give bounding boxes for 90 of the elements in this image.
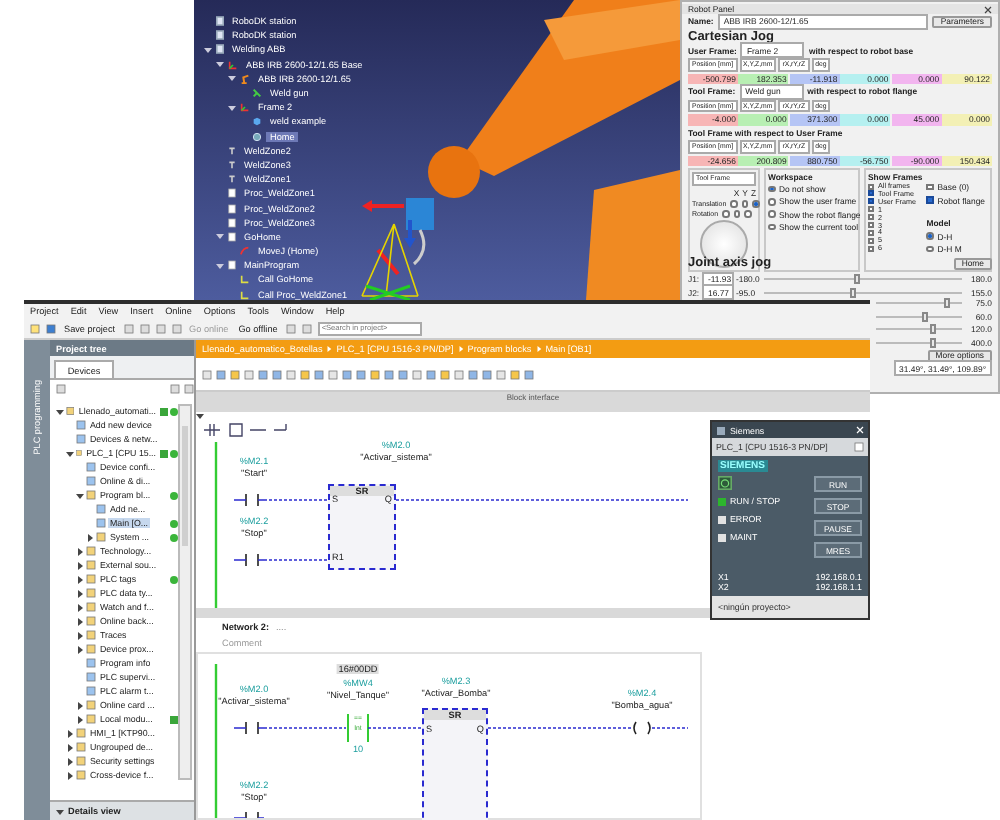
- expand-arrow-icon[interactable]: [86, 533, 94, 541]
- checkbox[interactable]: [868, 214, 874, 221]
- coil-symbol[interactable]: [633, 721, 651, 735]
- wire: [263, 499, 329, 501]
- radio-button[interactable]: [768, 185, 775, 193]
- expand-arrow-icon[interactable]: [76, 575, 84, 583]
- slider-thumb[interactable]: [922, 311, 929, 322]
- collapse-arrow-icon[interactable]: [56, 407, 64, 415]
- separator-arrow-icon: [457, 346, 464, 352]
- collapse-arrow-icon[interactable]: [228, 103, 236, 112]
- slider-thumb[interactable]: [929, 324, 936, 335]
- checkbox[interactable]: [868, 198, 874, 205]
- pin-icon: [228, 145, 236, 156]
- contact-symbol[interactable]: [233, 553, 265, 567]
- wire: [263, 559, 329, 561]
- radio-button[interactable]: [722, 210, 730, 218]
- collapse-arrow-icon[interactable]: [76, 491, 84, 499]
- wire: [263, 727, 347, 729]
- slider-thumb[interactable]: [930, 337, 937, 348]
- close-icon[interactable]: [984, 5, 992, 13]
- separator-arrow-icon: [326, 346, 333, 352]
- collapse-arrow-icon[interactable]: [228, 74, 236, 83]
- axes-icon: [240, 102, 250, 113]
- robot-arm-icon: [240, 73, 250, 84]
- checkbox[interactable]: [868, 222, 874, 229]
- pin-icon: [228, 159, 236, 170]
- wireframe-drawing: [361, 223, 419, 300]
- radio-button[interactable]: [744, 210, 752, 218]
- checkbox[interactable]: [868, 237, 874, 244]
- 3d-viewport[interactable]: [194, 0, 680, 300]
- expand-arrow-icon[interactable]: [76, 715, 84, 723]
- checkbox[interactable]: [868, 206, 874, 213]
- target-icon: [252, 131, 262, 142]
- radio-button[interactable]: [926, 232, 934, 240]
- expand-arrow-icon[interactable]: [66, 757, 74, 765]
- expand-arrow-icon[interactable]: [66, 771, 74, 779]
- collapse-arrow-icon[interactable]: [216, 232, 224, 241]
- contact-symbol[interactable]: [233, 721, 265, 735]
- separator-arrow-icon: [535, 346, 542, 352]
- power-icon[interactable]: [718, 476, 732, 490]
- document-icon: [228, 260, 236, 271]
- radio-button[interactable]: [926, 245, 934, 253]
- radio-button[interactable]: [752, 200, 760, 208]
- radio-button[interactable]: [730, 200, 738, 208]
- pin-icon: [228, 174, 236, 185]
- expand-arrow-icon[interactable]: [76, 561, 84, 569]
- checkbox[interactable]: [868, 190, 874, 197]
- checkbox[interactable]: [868, 229, 874, 236]
- collapse-arrow-icon[interactable]: [216, 60, 224, 69]
- expand-arrow-icon[interactable]: [66, 729, 74, 737]
- instruction-toolbar-icons[interactable]: [203, 423, 287, 437]
- expand-arrow-icon[interactable]: [66, 743, 74, 751]
- collapse-arrow-icon[interactable]: [196, 412, 204, 420]
- expand-arrow-icon[interactable]: [76, 547, 84, 555]
- expand-arrow-icon[interactable]: [76, 631, 84, 639]
- weld-gun-drawing: [406, 198, 434, 266]
- expand-arrow-icon[interactable]: [76, 589, 84, 597]
- expand-arrow-icon[interactable]: [76, 603, 84, 611]
- checkbox[interactable]: [868, 245, 874, 252]
- slider-thumb[interactable]: [943, 297, 950, 308]
- radio-button[interactable]: [768, 198, 775, 206]
- scrollbar[interactable]: [178, 404, 192, 780]
- radio-button[interactable]: [741, 200, 749, 208]
- axes-icon: [228, 59, 238, 70]
- radio-button[interactable]: [733, 210, 741, 218]
- slider-thumb[interactable]: [850, 287, 857, 298]
- radio-button[interactable]: [768, 210, 775, 218]
- checkbox[interactable]: [926, 196, 934, 204]
- slider-thumb[interactable]: [854, 274, 861, 284]
- tool-icon: [252, 88, 262, 99]
- document-icon[interactable]: [56, 384, 66, 394]
- wire: [651, 727, 689, 729]
- compare-contact-symbol[interactable]: [347, 713, 369, 743]
- axes-drawing: [362, 200, 416, 276]
- cube-icon: [252, 116, 262, 127]
- expand-arrow-icon[interactable]: [76, 617, 84, 625]
- document-icon[interactable]: [854, 442, 864, 452]
- collapse-arrow-icon[interactable]: [216, 261, 224, 270]
- radio-button[interactable]: [768, 223, 775, 230]
- app-icon: [716, 425, 726, 435]
- contact-symbol[interactable]: [233, 811, 265, 818]
- checkbox[interactable]: [868, 183, 874, 190]
- collapse-arrow-icon[interactable]: [204, 45, 212, 54]
- checkbox[interactable]: [926, 183, 934, 191]
- collapse-arrow-icon[interactable]: [56, 807, 64, 815]
- collapse-arrow-icon[interactable]: [66, 449, 74, 457]
- wire: [367, 727, 423, 729]
- expand-arrow-icon[interactable]: [76, 645, 84, 653]
- contact-symbol[interactable]: [233, 493, 265, 507]
- expand-arrow-icon[interactable]: [76, 701, 84, 709]
